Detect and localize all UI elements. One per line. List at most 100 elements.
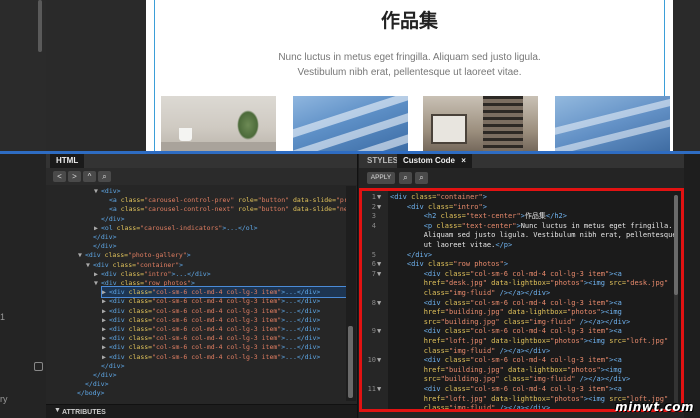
dom-tree-node[interactable]: ▶ <ol class="carousel-indicators">...</ol…: [94, 223, 258, 233]
code-token: class=: [120, 279, 145, 287]
fold-arrow-icon[interactable]: ▼: [377, 384, 381, 395]
code-token: </div>: [101, 361, 125, 370]
code-token: "button": [257, 205, 290, 214]
code-token: "col-sm-6 col-md-4 col-lg-3 item": [152, 334, 282, 343]
code-token: <div: [109, 352, 129, 361]
next-button[interactable]: >: [68, 171, 81, 182]
editor-window: 作品集 Nunc luctus in metus eget fringilla.…: [0, 0, 700, 418]
html-panel: HTML < > ^ ⌕ ▼ <div> <a class="carousel-co…: [46, 154, 358, 418]
code-editor-highlight[interactable]: 1 ▼ <div class="container"> 2 ▼ <div class="…: [359, 188, 684, 412]
attributes-bar[interactable]: ▼ ATTRIBUTES: [46, 404, 357, 418]
code-token: >...</div>: [281, 343, 321, 352]
left-scrollbar[interactable]: [38, 0, 42, 52]
code-token: class=: [120, 269, 145, 278]
code-token: class=: [499, 375, 530, 384]
tab-custom-code[interactable]: Custom Code ×: [397, 154, 472, 168]
code-text: class="img-fluid" /></a></div>: [390, 403, 550, 409]
expand-down-icon[interactable]: ▼: [78, 250, 85, 260]
code-token: class=: [112, 260, 137, 269]
code-token: src=: [609, 279, 627, 288]
code-token: "col-sm-6 col-md-4 col-lg-3 item": [152, 325, 282, 333]
photo-desk[interactable]: [161, 96, 276, 151]
photo-building[interactable]: [293, 96, 408, 151]
code-token: class=: [116, 223, 141, 232]
code-token: <div: [85, 251, 105, 260]
code-token: data-lightbox=: [503, 365, 568, 374]
code-token: "text-center": [465, 212, 521, 221]
search-replace-icon: ⌕: [419, 173, 424, 182]
code-token: <div: [423, 298, 445, 307]
photo-loft[interactable]: [423, 96, 538, 151]
code-token: role=: [234, 205, 258, 214]
fold-arrow-icon[interactable]: ▼: [377, 202, 381, 213]
code-scrollbar[interactable]: [674, 195, 678, 405]
code-token: "col-sm-6 col-md-4 col-lg-3 item": [470, 356, 610, 365]
code-token: <div: [406, 202, 428, 211]
photo-building-2[interactable]: [555, 96, 670, 151]
attributes-text: ATTRIBUTES: [62, 409, 106, 416]
fold-arrow-icon[interactable]: ▼: [377, 298, 381, 309]
html-panel-tabs: HTML: [46, 154, 357, 168]
lock-icon[interactable]: [34, 362, 43, 371]
tab-html[interactable]: HTML: [50, 154, 85, 168]
expand-down-icon[interactable]: ▼: [86, 260, 93, 270]
code-token: "building.jpg": [444, 365, 504, 374]
expand-down-icon[interactable]: ▼: [94, 278, 101, 288]
code-token: "desk.jpg": [444, 279, 487, 288]
apply-button[interactable]: APPLY: [367, 172, 395, 184]
close-icon[interactable]: ×: [461, 156, 466, 165]
preview-container-outline[interactable]: 作品集 Nunc luctus in metus eget fringilla.…: [154, 0, 670, 151]
code-token: class=: [128, 315, 153, 324]
code-token: class=: [444, 298, 471, 307]
dom-tree-node[interactable]: <a class="carousel-control-next" role="b…: [102, 204, 346, 214]
code-token: >...</div>: [281, 325, 321, 333]
code-token: "building.jpg": [444, 308, 504, 317]
prev-button[interactable]: <: [53, 171, 66, 182]
code-token: /></a></div>: [495, 346, 551, 355]
code-token: </h2>: [545, 212, 567, 221]
code-token: <div: [423, 327, 445, 336]
code-token: <div: [109, 297, 129, 306]
mug-shape: [179, 128, 192, 141]
scrollbar-thumb[interactable]: [674, 195, 678, 295]
code-token: "loft.jpg": [444, 337, 487, 345]
code-token: >: [482, 193, 487, 201]
code-token: "carousel-control-prev": [144, 196, 235, 205]
gutter-label: ry: [0, 394, 8, 404]
desk-shape: [161, 142, 276, 151]
fold-arrow-icon[interactable]: ▼: [377, 269, 381, 280]
dom-tree-node[interactable]: </body>: [70, 388, 104, 398]
scrollbar-thumb[interactable]: [348, 326, 353, 398]
code-token: class=: [499, 317, 530, 326]
code-token: "carousel-indicators": [140, 223, 223, 232]
expand-down-icon[interactable]: ▼: [94, 186, 101, 196]
code-token: ut laoreet vitae.: [390, 241, 496, 249]
search-button[interactable]: ⌕: [98, 171, 111, 182]
code-token: ><a: [609, 327, 622, 336]
search-button[interactable]: ⌕: [399, 172, 412, 184]
code-token: "carousel-control-next": [144, 205, 235, 214]
code-token: <div: [423, 269, 445, 278]
parent-button[interactable]: ^: [83, 171, 96, 182]
code-token: ><a: [609, 356, 622, 365]
code-token: <div: [101, 279, 121, 287]
dom-tree-node[interactable]: ▶ <div class="col-sm-6 col-md-4 col-lg-3 …: [102, 352, 320, 362]
tree-scrollbar[interactable]: [346, 186, 356, 401]
search-replace-button[interactable]: ⌕: [415, 172, 428, 184]
code-token: Nunc luctus in metus eget fringilla.: [520, 221, 673, 230]
fold-arrow-icon[interactable]: ▼: [377, 355, 381, 366]
code-token: "photo-gallery": [128, 251, 187, 260]
code-token: href=: [423, 279, 445, 288]
code-token: data-lightbox=: [503, 308, 568, 317]
fold-arrow-icon[interactable]: ▼: [377, 326, 381, 337]
code-token: "building.jpg": [440, 375, 500, 384]
